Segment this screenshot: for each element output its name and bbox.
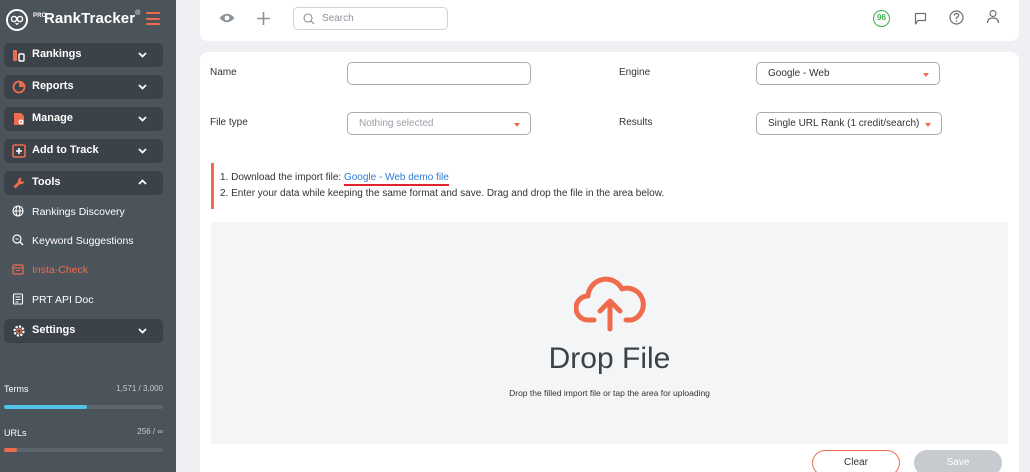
sidebar-item-prt-api-doc[interactable]: PRT API Doc	[4, 289, 163, 311]
chevron-up-icon	[138, 179, 147, 185]
sidebar-group-label: Rankings	[32, 48, 82, 60]
terms-usage-bar	[4, 405, 163, 409]
settings-gear-icon	[13, 325, 25, 337]
clear-button[interactable]: Clear	[812, 450, 900, 472]
sidebar-item-label: Insta-Check	[32, 264, 89, 276]
logo-owl-icon	[6, 9, 28, 31]
sidebar-item-label: Keyword Suggestions	[32, 235, 134, 247]
chevron-down-icon	[138, 52, 147, 58]
sidebar-group-rankings[interactable]: Rankings	[4, 43, 163, 67]
urls-usage-label: URLs	[4, 428, 27, 438]
sidebar-group-reports[interactable]: Reports	[4, 75, 163, 99]
urls-usage-bar	[4, 448, 163, 452]
sidebar-group-label: Settings	[32, 324, 76, 336]
name-label: Name	[210, 67, 237, 78]
logo-name: RankTracker	[44, 10, 136, 27]
caret-down-icon	[925, 123, 931, 127]
urls-usage-fill	[4, 448, 17, 452]
tools-wrench-icon	[13, 177, 25, 189]
results-label: Results	[619, 117, 653, 128]
chat-flag-icon[interactable]	[914, 12, 927, 25]
drop-zone-title: Drop File	[548, 342, 671, 375]
file-type-label: File type	[210, 117, 248, 128]
save-button[interactable]: Save	[914, 450, 1002, 472]
sidebar-group-label: Tools	[32, 176, 61, 188]
chevron-down-icon	[138, 116, 147, 122]
sidebar-group-label: Reports	[32, 80, 74, 92]
keyword-search-icon	[12, 234, 24, 246]
sidebar-item-rankings-discovery[interactable]: Rankings Discovery	[4, 201, 163, 223]
file-type-select-placeholder: Nothing selected	[359, 118, 434, 129]
chevron-down-icon	[138, 84, 147, 90]
urls-usage-count: 256 / ∞	[137, 427, 163, 436]
sidebar-group-tools[interactable]: Tools	[4, 171, 163, 195]
sidebar-group-settings[interactable]: Settings	[4, 319, 163, 343]
logo-registered-mark: ®	[135, 10, 141, 17]
hamburger-menu-icon[interactable]	[146, 12, 160, 25]
results-select[interactable]: Single URL Rank (1 credit/search)	[756, 112, 942, 135]
caret-down-icon	[923, 73, 929, 77]
engine-select-value: Google - Web	[768, 68, 830, 79]
sidebar-item-insta-check[interactable]: Insta-Check	[4, 259, 163, 281]
search-input[interactable]	[322, 11, 442, 26]
sidebar-group-manage[interactable]: Manage	[4, 107, 163, 131]
instruction-step-1: 1. Download the import file: Google - We…	[220, 172, 449, 186]
search-icon	[303, 13, 315, 25]
help-circle-icon[interactable]	[949, 10, 964, 25]
drop-zone-subtitle: Drop the filled import file or tap the a…	[509, 388, 710, 398]
top-bar: 96	[200, 0, 1019, 41]
sidebar-item-label: PRT API Doc	[32, 294, 94, 306]
engine-select[interactable]: Google - Web	[756, 62, 940, 85]
user-icon[interactable]	[986, 9, 1000, 24]
sidebar-item-keyword-suggestions[interactable]: Keyword Suggestions	[4, 230, 163, 252]
calendar-icon	[12, 264, 24, 275]
file-drop-zone[interactable]: Drop File Drop the filled import file or…	[211, 222, 1008, 444]
insta-check-panel: Name Engine Google - Web File type Nothi…	[200, 52, 1019, 472]
sidebar: PRO RankTracker® Rankings Reports Manage…	[0, 0, 176, 472]
api-document-icon	[12, 293, 24, 305]
sidebar-group-label: Manage	[32, 112, 73, 124]
sidebar-group-label: Add to Track	[32, 144, 99, 156]
file-type-select[interactable]: Nothing selected	[347, 112, 531, 135]
cloud-upload-icon	[574, 276, 646, 332]
results-select-value: Single URL Rank (1 credit/search)	[768, 118, 920, 129]
logo-text: PRO RankTracker®	[33, 10, 140, 27]
terms-usage-count: 1,571 / 3,000	[116, 384, 163, 393]
rankings-bar-icon	[13, 50, 25, 62]
instruction-step-2: 2. Enter your data while keeping the sam…	[220, 188, 665, 199]
instruction-step-1-text: 1. Download the import file:	[220, 172, 344, 183]
import-instructions: 1. Download the import file: Google - We…	[211, 163, 811, 209]
sidebar-item-label: Rankings Discovery	[32, 206, 125, 218]
plus-icon[interactable]	[256, 11, 271, 26]
chevron-down-icon	[138, 328, 147, 334]
chevron-down-icon	[138, 148, 147, 154]
terms-usage-fill	[4, 405, 87, 409]
engine-label: Engine	[619, 67, 651, 78]
globe-icon	[12, 205, 24, 217]
search-box[interactable]	[293, 7, 448, 30]
name-input[interactable]	[347, 62, 531, 85]
credits-badge[interactable]: 96	[873, 10, 890, 27]
sidebar-group-add-to-track[interactable]: Add to Track	[4, 139, 163, 163]
caret-down-icon	[514, 123, 520, 127]
reports-pie-icon	[12, 80, 26, 94]
eye-icon[interactable]	[219, 12, 235, 24]
manage-document-icon	[14, 113, 24, 125]
demo-file-link[interactable]: Google - Web demo file	[343, 172, 449, 186]
logo-prefix: PRO	[33, 13, 47, 19]
terms-usage-label: Terms	[4, 384, 29, 394]
add-square-icon	[12, 144, 26, 158]
